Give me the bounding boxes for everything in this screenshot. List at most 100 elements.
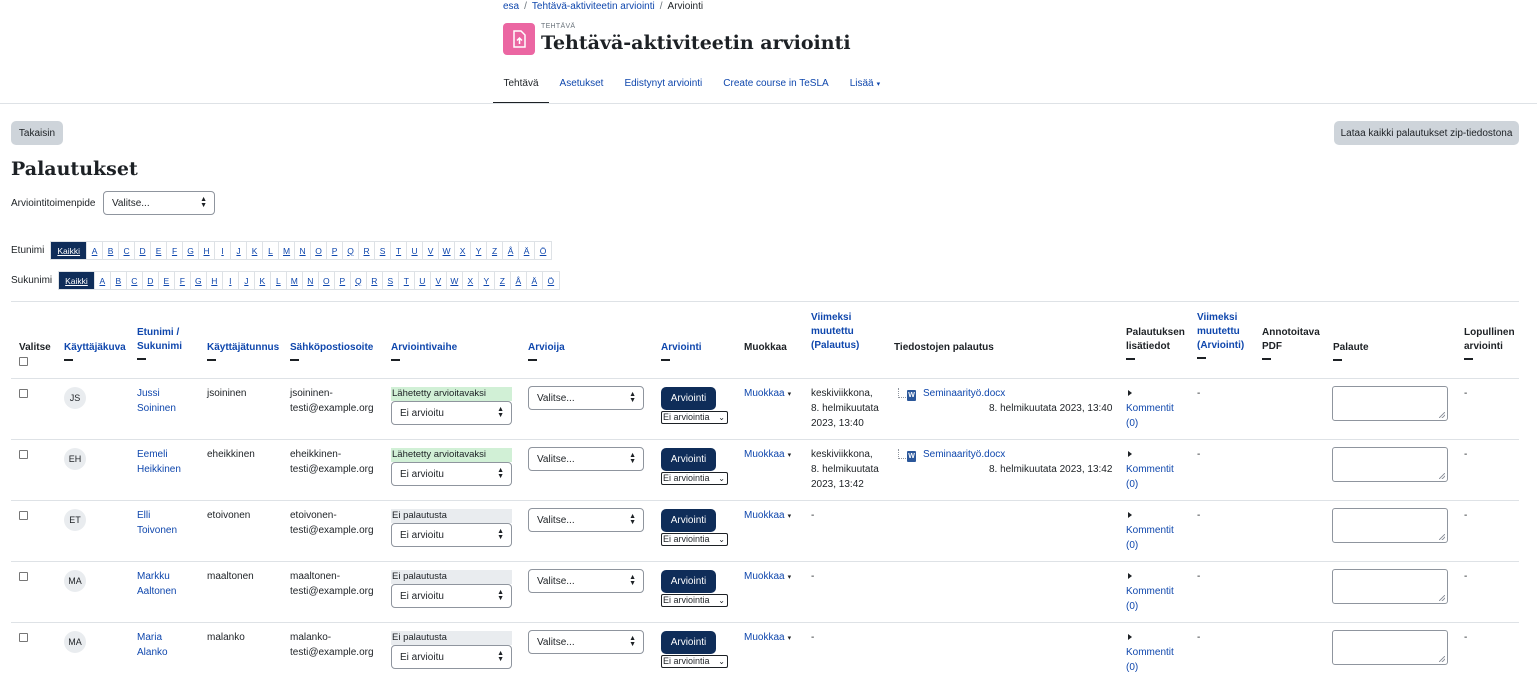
student-name-link[interactable]: Jussi Soininen	[137, 386, 176, 416]
last-name-letter-m[interactable]: M	[287, 272, 303, 289]
last-name-letter-z[interactable]: Z	[495, 272, 511, 289]
breadcrumb-item-course[interactable]: esa	[503, 1, 519, 12]
collapse-column-icon[interactable]	[207, 359, 216, 361]
row-select-checkbox[interactable]	[19, 450, 28, 459]
first-name-letter-o[interactable]: O	[311, 242, 328, 259]
student-name-link[interactable]: Markku Aaltonen	[137, 569, 176, 599]
grade-button[interactable]: Arviointi	[661, 570, 716, 593]
collapse-column-icon[interactable]	[1333, 359, 1342, 361]
edit-menu[interactable]: Muokkaa ▾	[744, 386, 791, 402]
comments-link[interactable]: Kommentit (0)	[1126, 523, 1174, 553]
last-name-letter-y[interactable]: Y	[479, 272, 495, 289]
first-name-letter-all[interactable]: Kaikki	[51, 242, 88, 259]
feedback-textarea[interactable]	[1332, 386, 1448, 421]
edit-menu[interactable]: Muokkaa ▾	[744, 447, 791, 463]
last-name-letter-all[interactable]: Kaikki	[59, 272, 95, 289]
last-name-letter-u[interactable]: U	[415, 272, 431, 289]
first-name-letter-w[interactable]: W	[439, 242, 456, 259]
grade-select[interactable]: Ei arviointia ⌄	[661, 533, 728, 546]
grade-select[interactable]: Ei arviointia ⌄	[661, 472, 728, 485]
edit-menu[interactable]: Muokkaa ▾	[744, 630, 791, 646]
first-name-letter-v[interactable]: V	[423, 242, 440, 259]
last-name-letter-w[interactable]: W	[447, 272, 463, 289]
collapse-column-icon[interactable]	[1197, 357, 1206, 359]
last-name-letter-t[interactable]: T	[399, 272, 415, 289]
header-marker[interactable]: Arvioija	[528, 341, 565, 361]
first-name-letter-k[interactable]: K	[247, 242, 264, 259]
collapse-column-icon[interactable]	[64, 359, 73, 361]
comments-link[interactable]: Kommentit (0)	[1126, 645, 1174, 675]
row-select-checkbox[interactable]	[19, 389, 28, 398]
student-name-link[interactable]: Eemeli Heikkinen	[137, 447, 181, 477]
first-name-letter-j[interactable]: J	[231, 242, 248, 259]
tab-create-course-tesla[interactable]: Create course in TeSLA	[713, 69, 839, 104]
collapse-column-icon[interactable]	[661, 359, 670, 361]
first-name-letter-q[interactable]: Q	[343, 242, 360, 259]
collapse-column-icon[interactable]	[1464, 358, 1473, 360]
first-name-letter-r[interactable]: R	[359, 242, 376, 259]
expand-comments-icon[interactable]	[1128, 634, 1132, 640]
first-name-letter-c[interactable]: C	[119, 242, 136, 259]
workflow-state-select[interactable]: Ei arvioitu ▲ ▼	[391, 462, 512, 486]
first-name-letter-p[interactable]: P	[327, 242, 344, 259]
workflow-state-select[interactable]: Ei arvioitu ▲ ▼	[391, 523, 512, 547]
first-name-letter-ö[interactable]: Ö	[535, 242, 551, 259]
last-name-letter-x[interactable]: X	[463, 272, 479, 289]
last-name-letter-s[interactable]: S	[383, 272, 399, 289]
last-name-letter-ö[interactable]: Ö	[543, 272, 559, 289]
first-name-letter-z[interactable]: Z	[487, 242, 504, 259]
first-name-letter-x[interactable]: X	[455, 242, 472, 259]
header-modified[interactable]: Viimeksi muutettu (Palautus)	[811, 311, 859, 353]
student-name-link[interactable]: Elli Toivonen	[137, 508, 177, 538]
feedback-textarea[interactable]	[1332, 508, 1448, 543]
last-name-letter-p[interactable]: P	[335, 272, 351, 289]
collapse-column-icon[interactable]	[528, 359, 537, 361]
comments-link[interactable]: Kommentit (0)	[1126, 584, 1174, 614]
last-name-letter-l[interactable]: L	[271, 272, 287, 289]
row-select-checkbox[interactable]	[19, 633, 28, 642]
last-name-letter-å[interactable]: Å	[511, 272, 527, 289]
feedback-textarea[interactable]	[1332, 447, 1448, 482]
collapse-column-icon[interactable]	[1262, 358, 1271, 360]
header-name[interactable]: Etunimi / Sukunimi	[137, 326, 182, 360]
last-name-letter-r[interactable]: R	[367, 272, 383, 289]
tab-advanced-grading[interactable]: Edistynyt arviointi	[614, 69, 713, 104]
collapse-column-icon[interactable]	[391, 359, 400, 361]
marker-select[interactable]: Valitse... ▲ ▼	[528, 386, 644, 410]
edit-menu[interactable]: Muokkaa ▾	[744, 508, 791, 524]
feedback-textarea[interactable]	[1332, 630, 1448, 665]
first-name-letter-f[interactable]: F	[167, 242, 184, 259]
last-name-letter-i[interactable]: I	[223, 272, 239, 289]
first-name-letter-å[interactable]: Å	[503, 242, 520, 259]
header-grade[interactable]: Arviointi	[661, 341, 702, 361]
first-name-letter-ä[interactable]: Ä	[519, 242, 536, 259]
last-name-letter-v[interactable]: V	[431, 272, 447, 289]
last-name-letter-d[interactable]: D	[143, 272, 159, 289]
row-select-checkbox[interactable]	[19, 511, 28, 520]
breadcrumb-item-activity[interactable]: Tehtävä-aktiviteetin arviointi	[532, 1, 655, 12]
marker-select[interactable]: Valitse... ▲ ▼	[528, 447, 644, 471]
submitted-file-link[interactable]: Seminaarityö.docx	[923, 447, 1005, 462]
last-name-letter-q[interactable]: Q	[351, 272, 367, 289]
last-name-letter-h[interactable]: H	[207, 272, 223, 289]
first-name-letter-l[interactable]: L	[263, 242, 280, 259]
comments-link[interactable]: Kommentit (0)	[1126, 401, 1174, 431]
last-name-letter-c[interactable]: C	[127, 272, 143, 289]
header-email[interactable]: Sähköpostiosoite	[290, 341, 373, 361]
grade-select[interactable]: Ei arviointia ⌄	[661, 655, 728, 668]
workflow-state-select[interactable]: Ei arvioitu ▲ ▼	[391, 645, 512, 669]
tab-assignment[interactable]: Tehtävä	[493, 69, 550, 104]
row-select-checkbox[interactable]	[19, 572, 28, 581]
expand-comments-icon[interactable]	[1128, 512, 1132, 518]
grade-select[interactable]: Ei arviointia ⌄	[661, 411, 728, 424]
first-name-letter-h[interactable]: H	[199, 242, 216, 259]
last-name-letter-n[interactable]: N	[303, 272, 319, 289]
last-name-letter-g[interactable]: G	[191, 272, 207, 289]
grade-select[interactable]: Ei arviointia ⌄	[661, 594, 728, 607]
grade-button[interactable]: Arviointi	[661, 509, 716, 532]
feedback-textarea[interactable]	[1332, 569, 1448, 604]
grade-button[interactable]: Arviointi	[661, 387, 716, 410]
first-name-letter-n[interactable]: N	[295, 242, 312, 259]
header-username[interactable]: Käyttäjätunnus	[207, 341, 279, 361]
first-name-letter-i[interactable]: I	[215, 242, 232, 259]
